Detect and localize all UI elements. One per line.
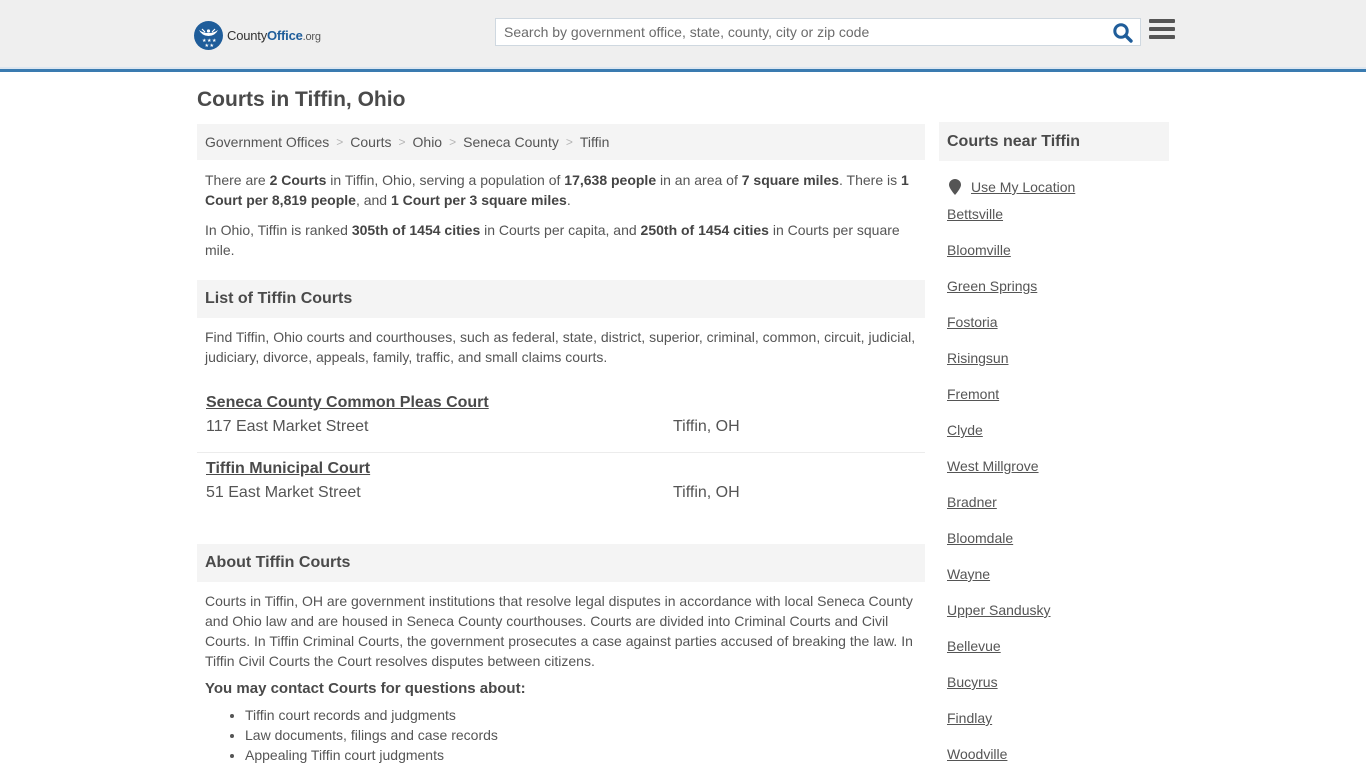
question-item: Law documents, filings and case records bbox=[245, 725, 925, 745]
nearby-city-link[interactable]: Fostoria bbox=[947, 314, 1169, 350]
about-paragraph: Courts in Tiffin, OH are government inst… bbox=[205, 593, 913, 669]
nearby-city-link[interactable]: Wayne bbox=[947, 566, 1169, 602]
nearby-city-link[interactable]: Green Springs bbox=[947, 278, 1169, 314]
summary-paragraph: There are 2 Courts in Tiffin, Ohio, serv… bbox=[205, 172, 909, 208]
list-section-heading: List of Tiffin Courts bbox=[197, 280, 925, 318]
menu-bar bbox=[1149, 19, 1175, 23]
about-section-heading: About Tiffin Courts bbox=[197, 544, 925, 582]
court-name-link[interactable]: Seneca County Common Pleas Court bbox=[206, 394, 489, 412]
page-title: Courts in Tiffin, Ohio bbox=[197, 88, 406, 111]
svg-text:★: ★ bbox=[210, 43, 215, 49]
breadcrumb-item-ohio[interactable]: Ohio bbox=[413, 134, 443, 150]
list-description: Find Tiffin, Ohio courts and courthouses… bbox=[205, 329, 916, 365]
nearby-city-link[interactable]: Bellevue bbox=[947, 638, 1169, 674]
court-address: 117 East Market Street bbox=[206, 418, 369, 435]
breadcrumb: Government Offices > Courts > Ohio > Sen… bbox=[197, 124, 925, 160]
sidebar-heading: Courts near Tiffin bbox=[939, 122, 1169, 161]
sidebar: Courts near Tiffin Use My Location Betts… bbox=[939, 122, 1169, 782]
breadcrumb-item-tiffin[interactable]: Tiffin bbox=[580, 134, 610, 150]
nearby-city-link[interactable]: Fremont bbox=[947, 386, 1169, 422]
breadcrumb-separator: > bbox=[336, 135, 344, 149]
nearby-city-link[interactable]: Bucyrus bbox=[947, 674, 1169, 710]
menu-bar bbox=[1149, 35, 1175, 39]
contact-heading: You may contact Courts for questions abo… bbox=[205, 680, 526, 697]
nearby-city-link[interactable]: Woodville bbox=[947, 746, 1169, 782]
court-list-item: Seneca County Common Pleas Court 117 Eas… bbox=[197, 387, 925, 452]
site-header: ★ ★ ★ ★ ★ CountyOffice.org bbox=[0, 0, 1366, 72]
breadcrumb-separator: > bbox=[565, 135, 573, 149]
nearby-city-link[interactable]: Bradner bbox=[947, 494, 1169, 530]
eagle-stars-seal-icon: ★ ★ ★ ★ ★ bbox=[194, 20, 223, 50]
site-logo[interactable]: ★ ★ ★ ★ ★ CountyOffice.org bbox=[194, 20, 321, 50]
court-list: Seneca County Common Pleas Court 117 Eas… bbox=[197, 387, 925, 517]
search-bar bbox=[495, 18, 1141, 46]
breadcrumb-separator: > bbox=[398, 135, 406, 149]
questions-list: Tiffin court records and judgments Law d… bbox=[197, 705, 925, 765]
nearby-cities-list: Bettsville Bloomville Green Springs Fost… bbox=[939, 206, 1169, 782]
court-list-item: Tiffin Municipal Court 51 East Market St… bbox=[197, 452, 925, 517]
breadcrumb-item-seneca-county[interactable]: Seneca County bbox=[463, 134, 559, 150]
nearby-city-link[interactable]: West Millgrove bbox=[947, 458, 1169, 494]
main-content: Government Offices > Courts > Ohio > Sen… bbox=[197, 124, 925, 765]
question-item: Tiffin court records and judgments bbox=[245, 705, 925, 725]
ranking-paragraph: In Ohio, Tiffin is ranked 305th of 1454 … bbox=[205, 222, 900, 258]
search-icon bbox=[1113, 23, 1133, 43]
breadcrumb-item-government-offices[interactable]: Government Offices bbox=[205, 134, 329, 150]
nearby-city-link[interactable]: Risingsun bbox=[947, 350, 1169, 386]
breadcrumb-item-courts[interactable]: Courts bbox=[350, 134, 391, 150]
search-input[interactable] bbox=[496, 19, 1096, 45]
court-name-link[interactable]: Tiffin Municipal Court bbox=[206, 460, 370, 478]
search-button[interactable] bbox=[1112, 22, 1134, 44]
map-pin-icon bbox=[949, 179, 961, 195]
breadcrumb-separator: > bbox=[449, 135, 457, 149]
nearby-city-link[interactable]: Bloomville bbox=[947, 242, 1169, 278]
nearby-city-link[interactable]: Clyde bbox=[947, 422, 1169, 458]
menu-bar bbox=[1149, 27, 1175, 31]
court-city: Tiffin, OH bbox=[673, 418, 740, 435]
nearby-city-link[interactable]: Bettsville bbox=[947, 206, 1169, 242]
use-my-location: Use My Location bbox=[939, 178, 1169, 196]
court-address: 51 East Market Street bbox=[206, 484, 361, 501]
hamburger-menu-icon[interactable] bbox=[1149, 19, 1175, 43]
logo-wordmark: CountyOffice.org bbox=[227, 27, 321, 43]
question-item: Appealing Tiffin court judgments bbox=[245, 745, 925, 765]
nearby-city-link[interactable]: Findlay bbox=[947, 710, 1169, 746]
nearby-city-link[interactable]: Upper Sandusky bbox=[947, 602, 1169, 638]
use-my-location-link[interactable]: Use My Location bbox=[971, 179, 1075, 195]
nearby-city-link[interactable]: Bloomdale bbox=[947, 530, 1169, 566]
court-city: Tiffin, OH bbox=[673, 484, 740, 501]
